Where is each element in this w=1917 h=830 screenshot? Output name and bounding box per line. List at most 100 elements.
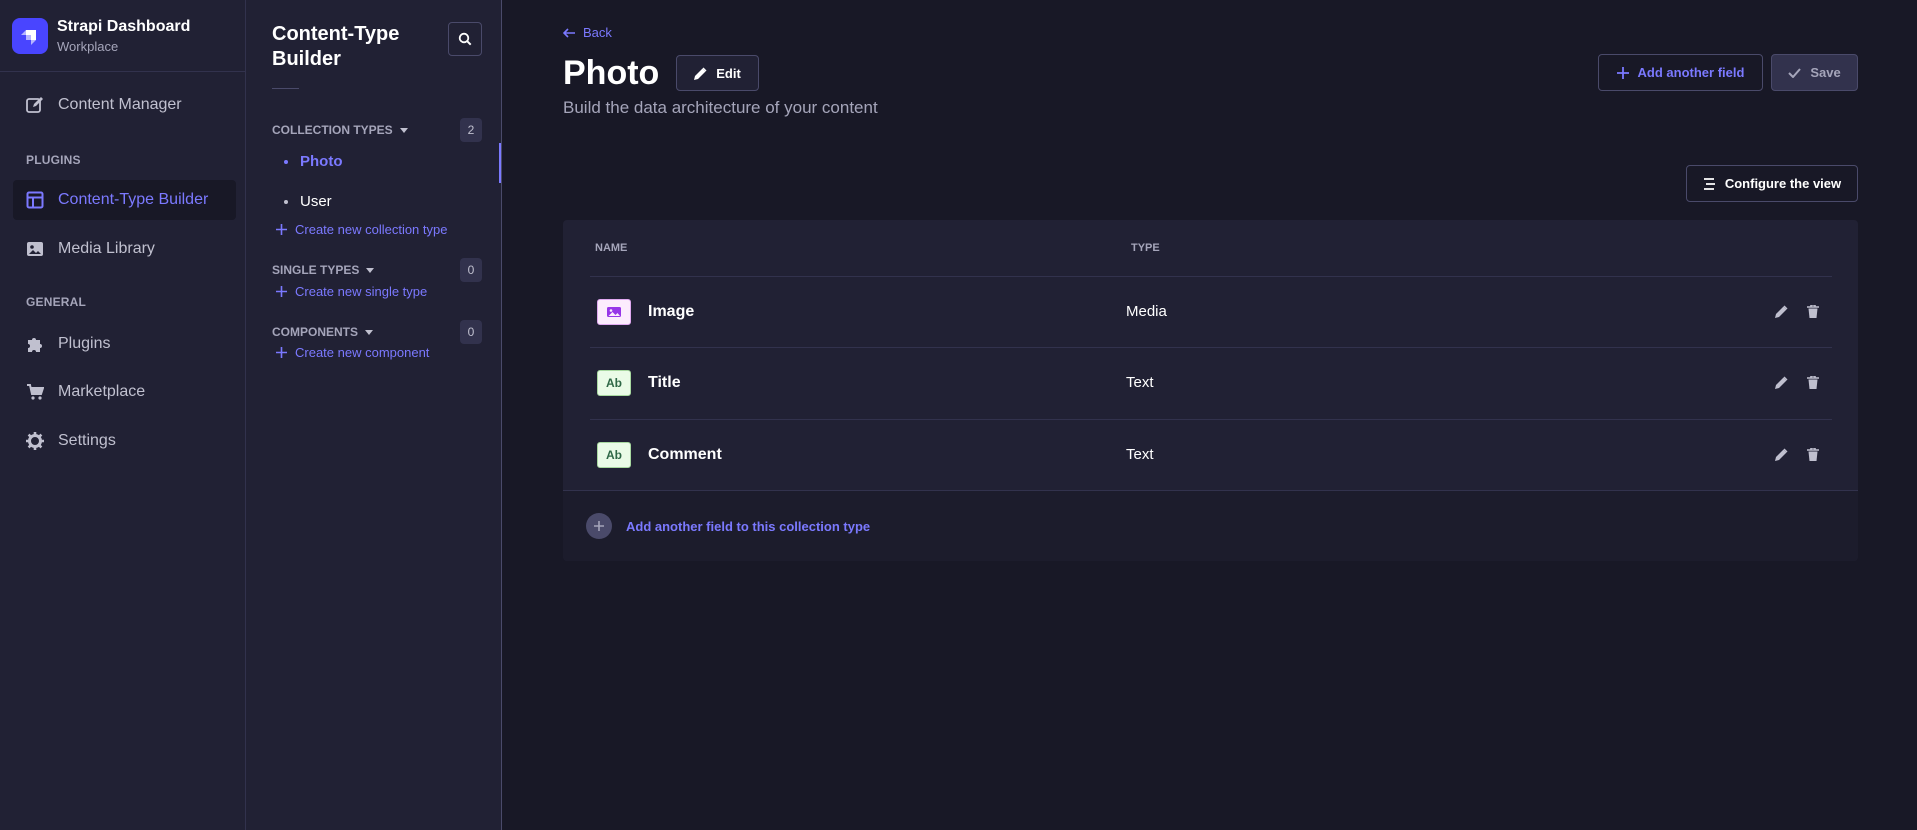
layout-icon (25, 190, 45, 210)
field-name: Comment (648, 446, 722, 463)
plus-circle-icon (586, 513, 612, 539)
delete-field-button[interactable] (1804, 302, 1822, 320)
create-single-type-link[interactable]: Create new single type (276, 284, 427, 299)
sub-link-label: User (300, 193, 332, 210)
plus-icon (276, 286, 287, 297)
nav-item-label: Media Library (58, 240, 155, 257)
configure-view-button[interactable]: Configure the view (1686, 165, 1858, 202)
add-field-label: Add another field (1637, 65, 1745, 80)
edit-field-button[interactable] (1772, 302, 1790, 320)
nav-item-plugins[interactable]: Plugins (13, 324, 236, 364)
text-field-icon: Ab (597, 442, 631, 468)
shopping-cart-icon (25, 382, 45, 402)
image-icon (25, 239, 45, 259)
nav-item-content-manager[interactable]: Content Manager (13, 85, 236, 125)
caret-down-icon (365, 329, 374, 335)
gear-icon (25, 431, 45, 451)
nav-item-content-type-builder[interactable]: Content-Type Builder (13, 180, 236, 220)
subnav-title: Content-Type Builder (272, 23, 400, 70)
bullet-icon (284, 159, 288, 164)
nav-item-marketplace[interactable]: Marketplace (13, 372, 236, 412)
table-row[interactable]: Ab Comment Text (590, 419, 1832, 490)
create-link-label: Create new component (295, 345, 430, 360)
sub-link-label: Photo (300, 153, 343, 170)
pencil-icon (1774, 448, 1788, 461)
arrow-left-icon (563, 27, 583, 38)
edit-field-button[interactable] (1772, 445, 1790, 463)
create-collection-type-link[interactable]: Create new collection type (276, 222, 447, 237)
create-link-label: Create new collection type (295, 222, 448, 237)
brand-title: Strapi Dashboard (57, 17, 191, 35)
brand-subtitle: Workplace (57, 38, 119, 54)
nav-item-label: Content-Type Builder (58, 191, 209, 208)
single-types-count: 0 (460, 258, 482, 282)
column-header-name: NAME (595, 242, 628, 254)
caret-down-icon (399, 127, 408, 133)
nav-section-plugins: PLUGINS (26, 153, 81, 167)
check-icon (1788, 67, 1810, 78)
caret-down-icon (366, 267, 375, 273)
plus-icon (276, 347, 287, 358)
collection-types-section[interactable]: COLLECTION TYPES 2 (272, 118, 482, 142)
edit-field-button[interactable] (1772, 373, 1790, 391)
collection-type-user[interactable]: User (284, 193, 332, 210)
column-header-type: TYPE (1131, 242, 1160, 254)
nav-item-label: Settings (58, 432, 116, 449)
edit-button[interactable]: Edit (676, 55, 759, 91)
nav-section-general: GENERAL (26, 295, 87, 309)
back-link[interactable]: Back (563, 25, 612, 40)
field-type: Media (1126, 303, 1167, 320)
delete-field-button[interactable] (1804, 373, 1822, 391)
pencil-icon (1774, 376, 1788, 389)
nav-item-settings[interactable]: Settings (13, 421, 236, 461)
bullet-icon (284, 199, 288, 204)
collection-type-photo[interactable]: Photo (284, 153, 343, 170)
strapi-logo-icon (12, 17, 48, 54)
section-label: SINGLE TYPES (272, 263, 360, 277)
search-icon (458, 32, 472, 46)
collection-types-count: 2 (460, 118, 482, 142)
plus-icon (1616, 66, 1638, 79)
text-field-icon: Ab (597, 370, 631, 396)
back-label: Back (583, 25, 612, 40)
pencil-icon (1774, 305, 1788, 318)
page-subtitle: Build the data architecture of your cont… (563, 98, 878, 117)
list-settings-icon (1703, 177, 1725, 190)
subnav-search-button[interactable] (448, 22, 482, 56)
create-link-label: Create new single type (295, 284, 428, 299)
delete-field-button[interactable] (1804, 445, 1822, 463)
section-label: COLLECTION TYPES (272, 123, 393, 137)
components-count: 0 (460, 320, 482, 344)
save-button[interactable]: Save (1771, 54, 1858, 91)
active-indicator (499, 143, 501, 183)
nav-item-label: Marketplace (58, 383, 146, 400)
puzzle-icon (25, 334, 45, 354)
subnav-divider (272, 88, 299, 89)
trash-icon (1807, 304, 1819, 318)
table-row[interactable]: Image Media (590, 276, 1832, 347)
single-types-section[interactable]: SINGLE TYPES 0 (272, 258, 482, 282)
field-name: Image (648, 303, 695, 320)
save-label: Save (1810, 65, 1841, 80)
trash-icon (1807, 375, 1819, 389)
components-section[interactable]: COMPONENTS 0 (272, 320, 482, 344)
add-field-footer-label: Add another field to this collection typ… (626, 518, 871, 534)
section-label: COMPONENTS (272, 325, 359, 339)
brand[interactable]: Strapi Dashboard Workplace (0, 0, 245, 72)
trash-icon (1807, 447, 1819, 461)
plus-icon (276, 224, 287, 235)
pencil-square-icon (25, 95, 45, 115)
fields-table: NAME TYPE Image Media Ab Title Text Ab C… (563, 220, 1858, 561)
table-row[interactable]: Ab Title Text (590, 347, 1832, 418)
field-type: Text (1126, 446, 1154, 463)
content-type-sub-nav: Content-Type Builder COLLECTION TYPES 2 … (246, 0, 502, 830)
create-component-link[interactable]: Create new component (276, 345, 429, 360)
add-field-footer[interactable]: Add another field to this collection typ… (563, 490, 1858, 561)
add-another-field-button[interactable]: Add another field (1598, 54, 1763, 91)
configure-view-label: Configure the view (1724, 176, 1842, 191)
media-icon (597, 299, 631, 325)
nav-item-label: Content Manager (58, 96, 182, 113)
nav-item-media-library[interactable]: Media Library (13, 229, 236, 269)
pencil-icon (694, 67, 716, 80)
field-type: Text (1126, 374, 1154, 391)
